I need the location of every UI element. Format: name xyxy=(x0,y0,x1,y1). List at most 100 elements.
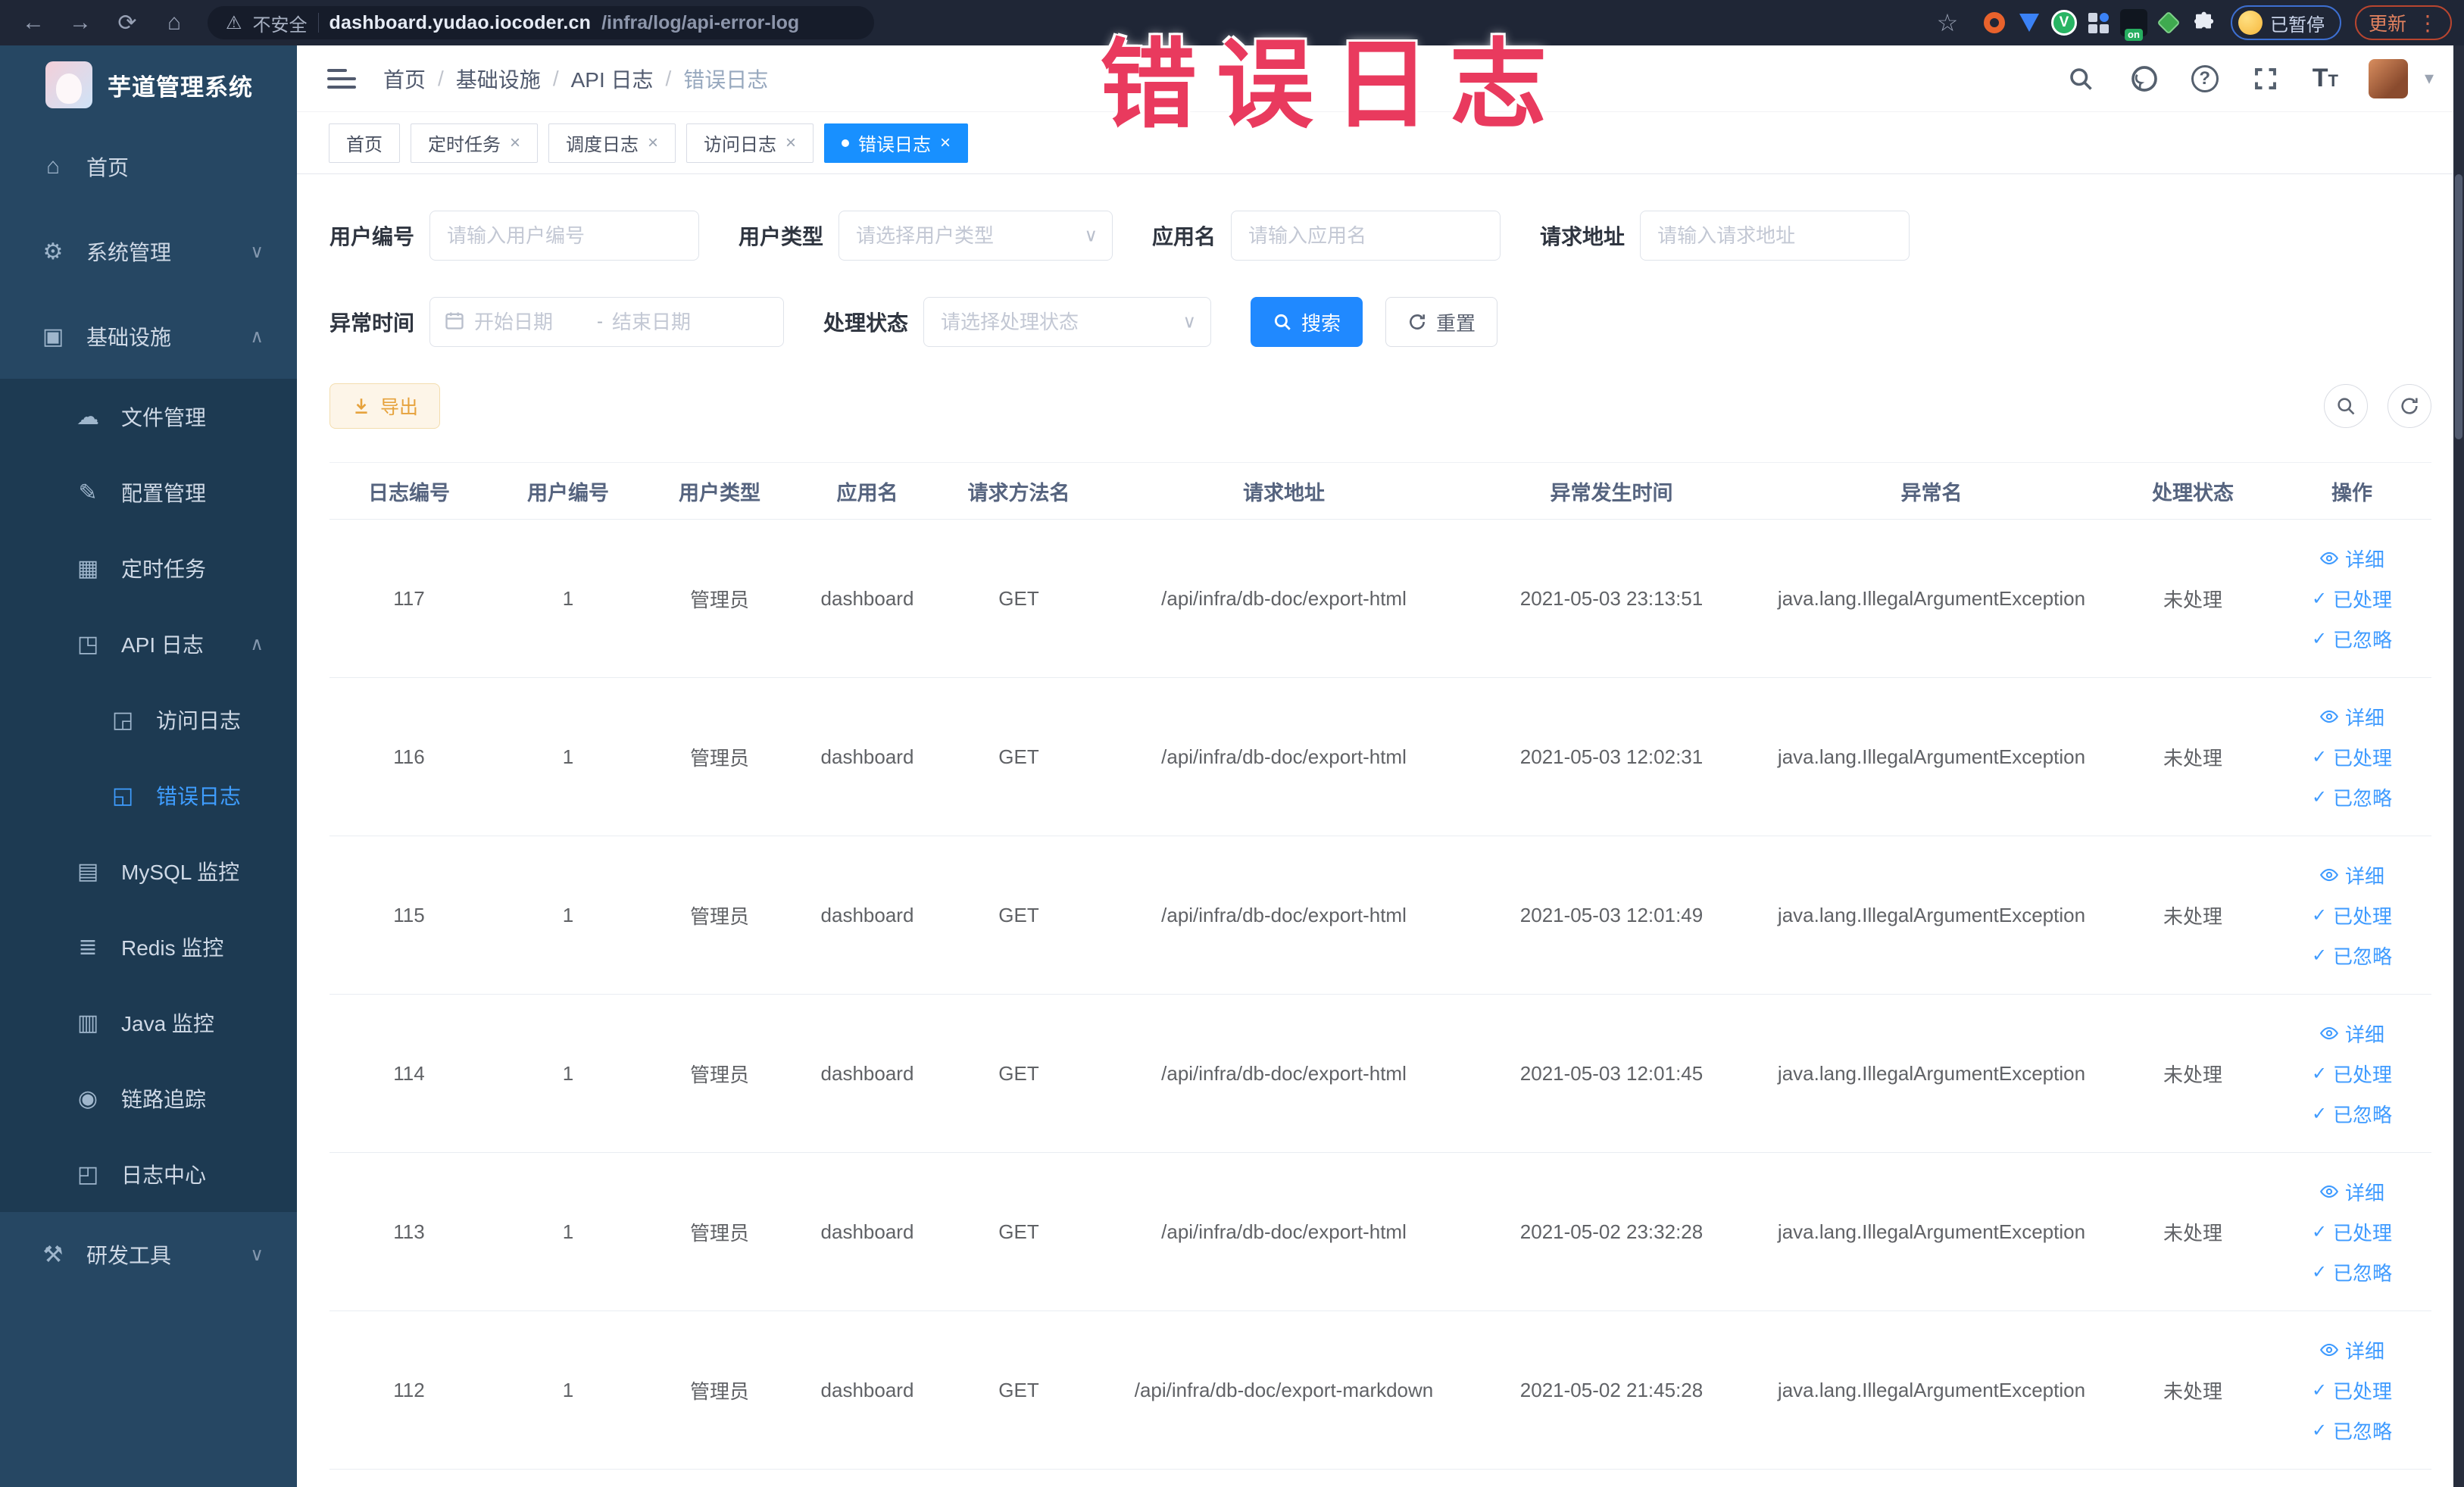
close-icon[interactable]: × xyxy=(785,133,796,154)
check-icon: ✓ xyxy=(2311,904,2328,926)
action-detail-link[interactable]: 详细 xyxy=(2319,545,2384,573)
action-ignored-link[interactable]: ✓ 已忽略 xyxy=(2312,1100,2392,1128)
search-button[interactable]: 搜索 xyxy=(1251,297,1363,347)
sidebar-item-MySQL-监控[interactable]: ▤ MySQL 监控 xyxy=(0,833,297,909)
github-icon[interactable] xyxy=(2128,62,2161,95)
app-logo-row[interactable]: 芋道管理系统 xyxy=(0,45,297,124)
sidebar-item-系统管理[interactable]: ⚙ 系统管理 ∨ xyxy=(0,209,297,294)
user-type-select[interactable] xyxy=(839,211,1113,261)
forward-icon[interactable]: → xyxy=(59,6,101,39)
action-ignored-link[interactable]: ✓ 已忽略 xyxy=(2312,1417,2392,1445)
export-button[interactable]: 导出 xyxy=(329,383,441,429)
chevron-down-icon[interactable]: ▾ xyxy=(2425,67,2434,89)
process-status-select[interactable] xyxy=(923,297,1212,347)
tab-错误日志[interactable]: 错误日志 × xyxy=(824,123,969,163)
reload-icon[interactable]: ⟳ xyxy=(106,6,148,39)
search-icon[interactable] xyxy=(2064,62,2097,95)
filter-row-2: 异常时间 - 处理状态 xyxy=(329,297,2431,347)
scrollbar-thumb[interactable] xyxy=(2455,174,2462,439)
browser-menu-icon[interactable]: ⋮ xyxy=(2417,11,2438,36)
action-ignored-link[interactable]: ✓ 已忽略 xyxy=(2312,1258,2392,1286)
sidebar-item-API-日志[interactable]: ◳ API 日志 ∧ xyxy=(0,606,297,682)
bookmark-star-icon[interactable]: ☆ xyxy=(1926,6,1969,39)
close-icon[interactable]: × xyxy=(940,133,951,154)
close-icon[interactable]: × xyxy=(510,133,520,154)
sidebar-item-链路追踪[interactable]: ◉ 链路追踪 xyxy=(0,1061,297,1136)
sidebar-item-错误日志[interactable]: ◱ 错误日志 xyxy=(0,758,297,833)
tab-访问日志[interactable]: 访问日志 × xyxy=(686,123,814,163)
request-url-cell: /api/infra/db-doc/export-html xyxy=(1161,903,1407,926)
sidebar-item-基础设施[interactable]: ▣ 基础设施 ∧ xyxy=(0,294,297,379)
start-date-input[interactable] xyxy=(474,310,589,334)
user-type-cell: 管理员 xyxy=(689,1063,749,1086)
sidebar-item-配置管理[interactable]: ✎ 配置管理 xyxy=(0,455,297,530)
action-processed-link[interactable]: ✓ 已处理 xyxy=(2312,1218,2392,1246)
method-cell: GET xyxy=(998,1061,1039,1085)
annotation-overlay-text: 错误日志 xyxy=(1100,31,1567,139)
chevron-down-icon: ∨ xyxy=(250,1244,264,1265)
action-detail-link[interactable]: 详细 xyxy=(2319,1020,2384,1048)
extensions-puzzle-icon[interactable] xyxy=(2188,8,2219,38)
extension-grid-icon[interactable] xyxy=(2084,8,2114,38)
action-processed-link[interactable]: ✓ 已处理 xyxy=(2312,585,2392,613)
avatar[interactable] xyxy=(2368,58,2408,98)
action-ignored-link[interactable]: ✓ 已忽略 xyxy=(2312,625,2392,653)
extension-green-v-icon[interactable]: V xyxy=(2049,8,2079,38)
end-date-input[interactable] xyxy=(612,310,726,334)
breadcrumb-separator: / xyxy=(665,66,672,90)
check-icon: ✓ xyxy=(2311,945,2328,966)
breadcrumb-item[interactable]: API 日志 xyxy=(571,64,654,94)
exception-name-cell: java.lang.IllegalArgumentException xyxy=(1777,586,2086,610)
reset-button[interactable]: 重置 xyxy=(1385,297,1498,347)
toggle-search-icon[interactable] xyxy=(2324,384,2368,428)
sidebar-item-首页[interactable]: ⌂ 首页 xyxy=(0,124,297,209)
help-icon[interactable]: ? xyxy=(2191,64,2219,92)
breadcrumb-separator: / xyxy=(552,66,559,90)
sidebar-item-研发工具[interactable]: ⚒ 研发工具 ∨ xyxy=(0,1212,297,1297)
extension-dark-on-icon[interactable]: on xyxy=(2119,8,2149,41)
method-cell: GET xyxy=(998,1378,1039,1401)
sidebar-item-日志中心[interactable]: ◰ 日志中心 xyxy=(0,1136,297,1212)
tab-首页[interactable]: 首页 xyxy=(329,123,400,163)
action-processed-link[interactable]: ✓ 已处理 xyxy=(2312,901,2392,929)
action-detail-link[interactable]: 详细 xyxy=(2319,1336,2384,1364)
user-id-input[interactable] xyxy=(429,211,700,261)
address-bar[interactable]: ⚠ 不安全 dashboard.yudao.iocoder.cn /infra/… xyxy=(208,6,874,39)
extension-shield-icon[interactable] xyxy=(2014,8,2044,38)
app-name-cell: dashboard xyxy=(820,903,914,926)
sidebar-item-定时任务[interactable]: ▦ 定时任务 xyxy=(0,530,297,606)
tab-label: 调度日志 xyxy=(566,135,639,155)
extension-leaf-icon[interactable] xyxy=(2153,8,2184,38)
sidebar-item-Redis-监控[interactable]: ≣ Redis 监控 xyxy=(0,909,297,985)
page-scrollbar[interactable] xyxy=(2453,45,2464,1487)
sidebar-item-Java-监控[interactable]: ▥ Java 监控 xyxy=(0,985,297,1061)
action-processed-link[interactable]: ✓ 已处理 xyxy=(2312,743,2392,771)
tab-定时任务[interactable]: 定时任务 × xyxy=(411,123,539,163)
action-ignored-link[interactable]: ✓ 已忽略 xyxy=(2312,783,2392,811)
sidebar-item-访问日志[interactable]: ◲ 访问日志 xyxy=(0,682,297,758)
tab-调度日志[interactable]: 调度日志 × xyxy=(548,123,676,163)
breadcrumb-item[interactable]: 首页 xyxy=(383,64,426,94)
app-name-input[interactable] xyxy=(1231,211,1501,261)
breadcrumb-item[interactable]: 错误日志 xyxy=(683,64,768,94)
collapse-sidebar-icon[interactable] xyxy=(327,66,358,92)
back-icon[interactable]: ← xyxy=(12,6,55,39)
action-processed-link[interactable]: ✓ 已处理 xyxy=(2312,1060,2392,1088)
action-processed-link[interactable]: ✓ 已处理 xyxy=(2312,1376,2392,1404)
extension-orange-icon[interactable] xyxy=(1979,8,2010,38)
paused-pill[interactable]: 已暂停 xyxy=(2230,5,2341,40)
close-icon[interactable]: × xyxy=(648,133,658,154)
chrome-update-button[interactable]: 更新 ⋮ xyxy=(2354,5,2452,40)
refresh-icon[interactable] xyxy=(2387,384,2431,428)
font-size-icon[interactable]: TT xyxy=(2313,64,2338,93)
date-range-picker[interactable]: - xyxy=(429,297,785,347)
request-url-input[interactable] xyxy=(1640,211,1910,261)
action-detail-link[interactable]: 详细 xyxy=(2319,703,2384,731)
action-ignored-link[interactable]: ✓ 已忽略 xyxy=(2312,942,2392,970)
fullscreen-icon[interactable] xyxy=(2249,62,2282,95)
home-icon[interactable]: ⌂ xyxy=(153,6,195,39)
action-detail-link[interactable]: 详细 xyxy=(2319,1178,2384,1206)
breadcrumb-item[interactable]: 基础设施 xyxy=(456,64,541,94)
action-detail-link[interactable]: 详细 xyxy=(2319,861,2384,889)
sidebar-item-文件管理[interactable]: ☁ 文件管理 xyxy=(0,379,297,455)
